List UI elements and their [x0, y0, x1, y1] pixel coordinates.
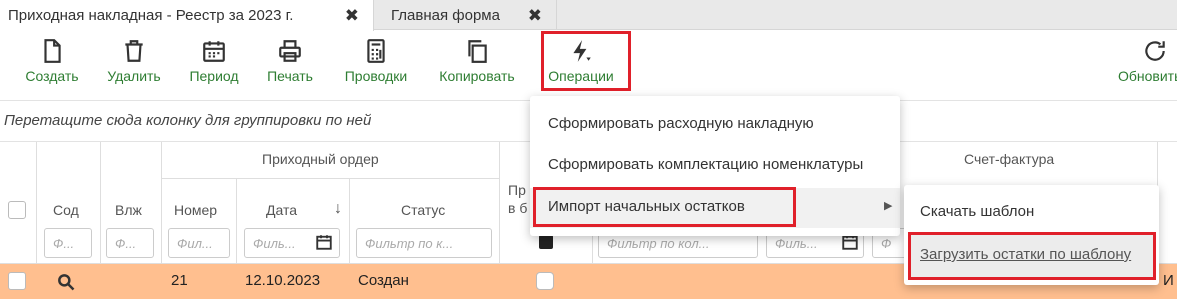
tab-main-form-label: Главная форма [391, 6, 500, 24]
grid-divider [100, 142, 101, 264]
copy-label: Копировать [439, 68, 515, 84]
menu-item-create-expense-invoice[interactable]: Сформировать расходную накладную [548, 115, 814, 132]
row-posted-checkbox[interactable] [536, 272, 554, 290]
column-header-pr-line1[interactable]: Пр [508, 182, 526, 198]
copy-button[interactable]: Копировать [432, 38, 522, 94]
filter-status[interactable]: Фильтр по к... [356, 228, 492, 258]
print-label: Печать [267, 68, 313, 84]
filter-checkbox[interactable] [539, 235, 553, 249]
column-header-sod[interactable]: Сод [53, 202, 79, 218]
calendar-icon [203, 41, 225, 62]
load-template-highlight-frame [908, 232, 1156, 280]
column-header-vlzh[interactable]: Влж [115, 202, 142, 218]
grid-divider [236, 178, 237, 264]
group-panel-hint: Перетащите сюда колонку для группировки … [4, 112, 372, 129]
filter-number[interactable]: Фил... [168, 228, 230, 258]
create-label: Создать [25, 68, 79, 84]
postings-label: Проводки [344, 68, 408, 84]
calendar-icon[interactable] [315, 233, 333, 251]
chevron-right-icon: ▶ [884, 200, 893, 212]
cell-date: 12.10.2023 [245, 272, 321, 289]
copy-icon [468, 40, 487, 63]
menu-item-download-template[interactable]: Скачать шаблон [920, 203, 1034, 220]
operations-highlight-frame [541, 31, 631, 91]
grid-divider [161, 178, 499, 179]
grid-divider [161, 142, 162, 264]
delete-label: Удалить [107, 68, 161, 84]
refresh-button[interactable]: Обновить [1118, 38, 1177, 94]
period-button[interactable]: Период [184, 38, 244, 94]
create-button[interactable]: Создать [22, 38, 82, 94]
print-button[interactable]: Печать [262, 38, 318, 94]
close-icon[interactable]: ✖ [345, 6, 359, 26]
import-highlight-frame [533, 187, 796, 227]
refresh-label: Обновить [1118, 68, 1177, 84]
column-header-status[interactable]: Статус [401, 202, 445, 218]
trash-icon [125, 40, 143, 62]
grid-divider [499, 142, 500, 264]
tab-registry[interactable]: Приходная накладная - Реестр за 2023 г. … [0, 0, 374, 31]
filter-sod[interactable]: Ф... [44, 228, 92, 258]
group-header-receipt-order: Приходный ордер [262, 151, 379, 167]
cell-status: Создан [358, 272, 409, 289]
refresh-icon [1145, 41, 1165, 61]
postings-button[interactable]: Проводки [338, 38, 414, 94]
grid-divider [349, 178, 350, 264]
select-all-checkbox[interactable] [8, 201, 26, 219]
grid-divider [36, 142, 37, 264]
sort-desc-icon[interactable]: ↓ [334, 200, 342, 218]
column-header-date[interactable]: Дата [266, 202, 297, 218]
tab-main-form[interactable]: Главная форма ✖ [375, 0, 557, 30]
file-icon [44, 39, 61, 63]
menu-item-create-kit[interactable]: Сформировать комплектацию номенклатуры [548, 156, 863, 173]
printer-icon [279, 40, 301, 62]
tab-registry-label: Приходная накладная - Реестр за 2023 г. [8, 7, 294, 24]
close-icon[interactable]: ✖ [528, 6, 542, 26]
row-checkbox[interactable] [8, 272, 26, 290]
period-label: Период [189, 68, 239, 84]
search-icon[interactable] [56, 272, 76, 292]
column-header-pr-line2[interactable]: в б [508, 200, 527, 216]
filter-vlzh[interactable]: Ф... [106, 228, 154, 258]
tab-bar: Приходная накладная - Реестр за 2023 г. … [0, 0, 1177, 31]
delete-button[interactable]: Удалить [101, 38, 167, 94]
cell-number: 21 [171, 272, 188, 289]
column-header-number[interactable]: Номер [174, 202, 217, 218]
calculator-icon [367, 39, 385, 63]
group-header-invoice: Счет-фактура [964, 151, 1055, 167]
cell-tail: И [1163, 272, 1174, 289]
